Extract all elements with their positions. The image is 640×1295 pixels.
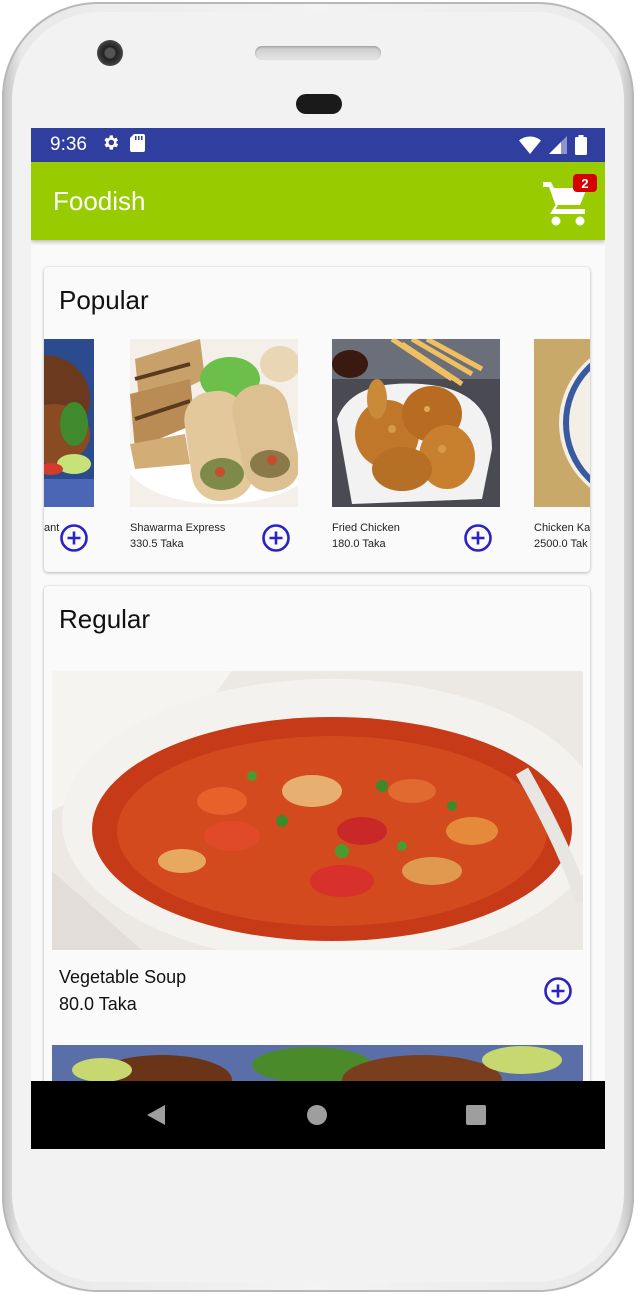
proximity-sensor	[296, 94, 342, 114]
app-title: Foodish	[53, 186, 146, 216]
status-time: 9:36	[50, 134, 87, 155]
front-camera	[97, 40, 123, 66]
food-name: Shawarma Express	[130, 522, 226, 534]
regular-title: Regular	[59, 604, 151, 634]
status-bar: 9:36	[31, 128, 605, 162]
food-name: ant	[44, 522, 60, 534]
wifi-icon	[519, 136, 541, 159]
food-image	[52, 671, 583, 950]
add-to-cart-icon[interactable]	[463, 523, 493, 553]
popular-title: Popular	[59, 285, 149, 315]
popular-item[interactable]: ant	[44, 339, 94, 552]
food-image	[534, 339, 590, 507]
add-to-cart-icon[interactable]	[543, 976, 573, 1006]
recents-icon[interactable]	[466, 1105, 486, 1130]
popular-item[interactable]: Chicken Ka 2500.0 Tak	[534, 339, 590, 550]
food-price: 2500.0 Tak	[534, 538, 588, 550]
add-to-cart-icon[interactable]	[59, 523, 89, 553]
cart-count-badge: 2	[573, 174, 597, 192]
app-bar: Foodish 2	[31, 162, 605, 240]
food-image	[44, 339, 94, 507]
food-price: 80.0 Taka	[59, 994, 137, 1014]
food-price: 330.5 Taka	[130, 538, 184, 550]
earpiece-speaker	[255, 46, 381, 60]
back-icon[interactable]	[145, 1104, 167, 1131]
navigation-bar	[31, 1081, 605, 1149]
food-image	[332, 339, 500, 507]
battery-icon	[575, 135, 587, 160]
screen: 9:36 Foodish 2 Popular ant Shawarma Expr…	[31, 128, 605, 1149]
popular-section: Popular ant Shawarma Express 330.5 Taka …	[44, 267, 590, 572]
sd-card-icon	[129, 133, 145, 157]
food-name: Chicken Ka	[534, 522, 590, 534]
cellular-signal-icon	[549, 136, 567, 159]
regular-section: Regular Vegetable Soup 80.0 Taka	[44, 586, 590, 1149]
popular-item[interactable]: Shawarma Express 330.5 Taka	[130, 339, 298, 552]
add-to-cart-icon[interactable]	[261, 523, 291, 553]
gear-icon	[101, 133, 120, 157]
food-name: Vegetable Soup	[59, 967, 187, 987]
popular-item[interactable]: Fried Chicken 180.0 Taka	[332, 339, 500, 552]
food-image	[130, 339, 298, 507]
food-name: Fried Chicken	[332, 522, 400, 534]
home-icon[interactable]	[307, 1105, 327, 1130]
food-price: 180.0 Taka	[332, 538, 386, 550]
